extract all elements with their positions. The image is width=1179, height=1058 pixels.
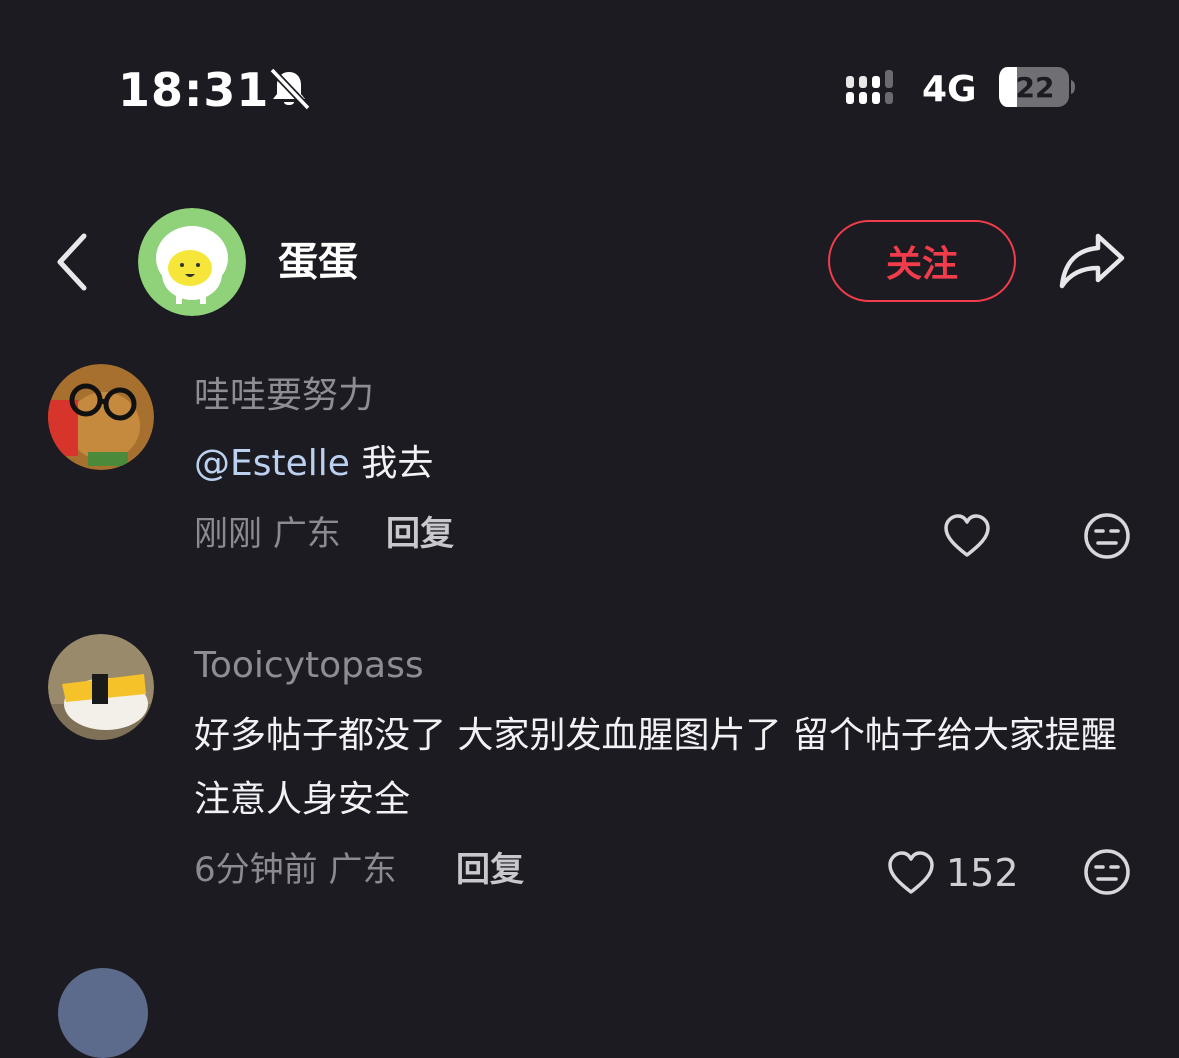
bell-slash-icon	[269, 67, 311, 111]
header-username[interactable]: 蛋蛋	[278, 236, 358, 288]
comment-time: 6分钟前	[194, 850, 318, 890]
network-label: 4G	[922, 69, 977, 110]
comment-username[interactable]: Tooicytopass	[194, 644, 424, 688]
comment-avatar[interactable]	[48, 634, 154, 740]
comment-location: 广东	[272, 514, 341, 554]
comment-meta: 刚刚 广东	[194, 512, 341, 556]
battery-level: 22	[1015, 71, 1055, 104]
heart-icon[interactable]	[886, 850, 936, 896]
unamused-face-icon[interactable]	[1083, 512, 1131, 560]
comment-location: 广东	[328, 850, 397, 890]
comment-text: @Estelle 我去	[194, 432, 1134, 496]
comment-avatar[interactable]	[48, 364, 154, 470]
avatar[interactable]	[138, 208, 246, 316]
comment-username[interactable]: 哇哇要努力	[194, 374, 374, 418]
comment-text: 好多帖子都没了 大家别发血腥图片了 留个帖子给大家提醒注意人身安全	[194, 715, 1117, 820]
status-time: 18:31	[118, 63, 270, 117]
comment-avatar[interactable]	[58, 968, 148, 1058]
reply-button[interactable]: 回复	[386, 512, 454, 556]
back-arrow-icon[interactable]	[52, 230, 96, 294]
follow-button[interactable]: 关注	[828, 220, 1016, 302]
share-arrow-icon[interactable]	[1056, 228, 1128, 292]
unamused-face-icon[interactable]	[1083, 848, 1131, 896]
mention-link[interactable]: @Estelle	[194, 443, 350, 484]
comment-body: 我去	[361, 443, 434, 484]
comment-time: 刚刚	[194, 514, 262, 554]
signal-icon	[846, 70, 893, 104]
heart-icon[interactable]	[942, 513, 992, 559]
like-count: 152	[946, 851, 1019, 895]
comment-meta: 6分钟前 广东	[194, 848, 396, 892]
reply-button[interactable]: 回复	[456, 848, 524, 892]
